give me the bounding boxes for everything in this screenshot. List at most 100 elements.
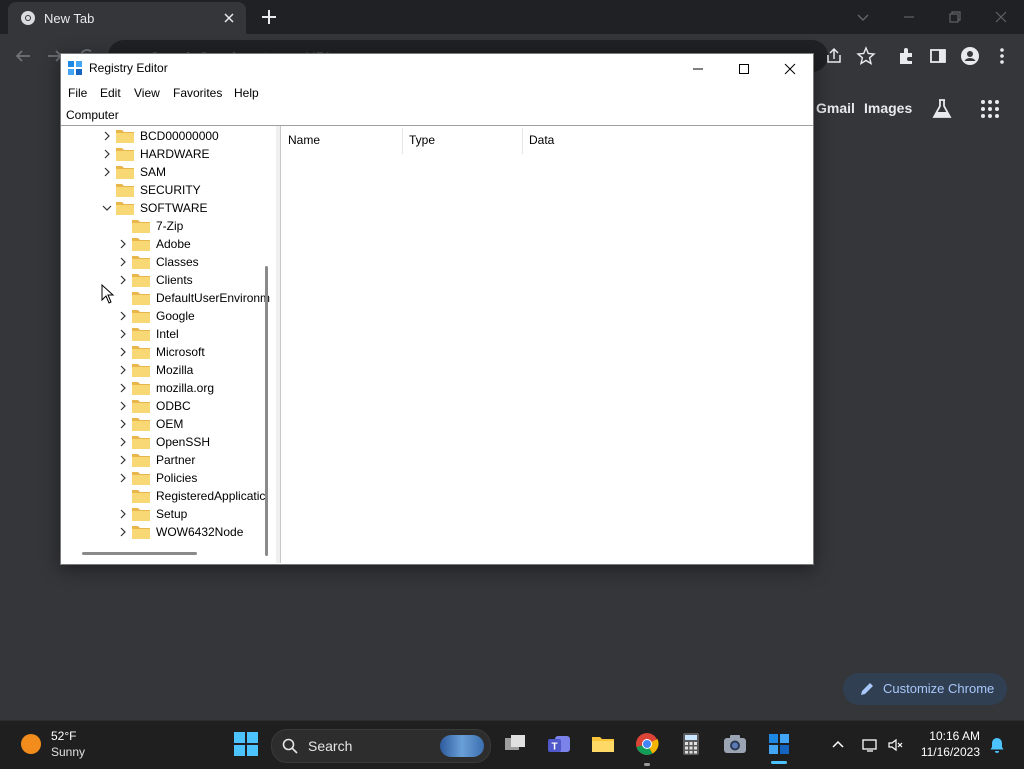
chevron-right-icon[interactable] xyxy=(118,311,128,321)
tree-node[interactable]: Google xyxy=(118,307,276,325)
chrome-menu-icon[interactable] xyxy=(991,45,1013,67)
back-arrow-icon[interactable] xyxy=(12,45,34,67)
menu-help[interactable]: Help xyxy=(233,86,260,100)
gmail-link[interactable]: Gmail xyxy=(816,100,855,116)
tree-node[interactable]: Classes xyxy=(118,253,276,271)
tree-node[interactable]: Microsoft xyxy=(118,343,276,361)
profile-avatar-icon[interactable] xyxy=(959,45,981,67)
tab-search-chevron-icon[interactable] xyxy=(852,6,874,28)
tree-node-label: Microsoft xyxy=(156,345,205,359)
chevron-right-icon[interactable] xyxy=(118,527,128,537)
chevron-right-icon[interactable] xyxy=(118,239,128,249)
calculator-icon[interactable] xyxy=(678,731,704,757)
tree-node[interactable]: Partner xyxy=(118,451,276,469)
tree-node[interactable]: mozilla.org xyxy=(118,379,276,397)
chevron-down-icon[interactable] xyxy=(102,203,112,213)
chevron-right-icon[interactable] xyxy=(118,455,128,465)
regedit-address-bar[interactable]: Computer xyxy=(61,105,813,126)
chevron-right-icon[interactable] xyxy=(118,329,128,339)
tree-node[interactable]: HARDWARE xyxy=(102,145,276,163)
menu-edit[interactable]: Edit xyxy=(99,86,122,100)
chevron-right-icon[interactable] xyxy=(102,131,112,141)
clock-date[interactable]: 11/16/2023 xyxy=(921,745,980,759)
registry-values-list[interactable]: Name Type Data xyxy=(281,126,812,563)
weather-temperature[interactable]: 52°F xyxy=(51,729,76,743)
column-header-type[interactable]: Type xyxy=(402,126,522,152)
chevron-right-icon[interactable] xyxy=(118,401,128,411)
new-tab-plus-icon[interactable] xyxy=(258,6,280,28)
tree-node[interactable]: SOFTWARE xyxy=(102,199,276,217)
bookmark-star-icon[interactable] xyxy=(855,45,877,67)
restore-icon[interactable] xyxy=(944,6,966,28)
column-header-data[interactable]: Data xyxy=(522,126,802,152)
tree-node[interactable]: Mozilla xyxy=(118,361,276,379)
chevron-right-icon[interactable] xyxy=(118,383,128,393)
chevron-right-icon[interactable] xyxy=(118,473,128,483)
tree-node[interactable]: OEM xyxy=(118,415,276,433)
regedit-maximize-button[interactable] xyxy=(721,54,767,84)
notification-bell-icon[interactable] xyxy=(988,736,1006,754)
tree-node[interactable]: RegisteredApplicatic xyxy=(118,487,276,505)
tree-node[interactable]: DefaultUserEnvironm xyxy=(118,289,276,307)
tree-node[interactable]: 7-Zip xyxy=(118,217,276,235)
tree-horizontal-scrollbar[interactable] xyxy=(82,552,197,555)
close-window-icon[interactable] xyxy=(990,6,1012,28)
chevron-right-icon[interactable] xyxy=(102,167,112,177)
google-apps-grid-icon[interactable] xyxy=(980,99,1000,119)
weather-sun-icon[interactable] xyxy=(21,734,41,754)
tree-node[interactable]: OpenSSH xyxy=(118,433,276,451)
registry-editor-taskbar-icon[interactable] xyxy=(766,731,792,757)
tree-vertical-scrollbar[interactable] xyxy=(265,266,268,556)
display-icon[interactable] xyxy=(862,737,878,753)
close-tab-icon[interactable] xyxy=(220,9,238,27)
minimize-icon[interactable] xyxy=(898,6,920,28)
labs-flask-icon[interactable] xyxy=(930,97,954,121)
regedit-close-button[interactable] xyxy=(767,54,813,84)
extensions-puzzle-icon[interactable] xyxy=(895,45,917,67)
tree-node[interactable]: Setup xyxy=(118,505,276,523)
side-panel-icon[interactable] xyxy=(927,45,949,67)
tree-node[interactable]: SAM xyxy=(102,163,276,181)
folder-icon xyxy=(132,256,150,269)
weather-condition[interactable]: Sunny xyxy=(51,745,85,759)
camera-icon[interactable] xyxy=(722,731,748,757)
tree-node[interactable]: WOW6432Node xyxy=(118,523,276,541)
menu-favorites[interactable]: Favorites xyxy=(172,86,223,100)
taskbar-search-box[interactable]: Search xyxy=(271,729,491,763)
volume-muted-icon[interactable] xyxy=(887,737,903,753)
menu-view[interactable]: View xyxy=(133,86,161,100)
tree-node[interactable]: SECURITY xyxy=(102,181,276,199)
tree-node[interactable]: ODBC xyxy=(118,397,276,415)
regedit-minimize-button[interactable] xyxy=(675,54,721,84)
file-explorer-icon[interactable] xyxy=(590,731,616,757)
chevron-right-icon[interactable] xyxy=(118,365,128,375)
column-header-name[interactable]: Name xyxy=(281,126,401,152)
chevron-right-icon[interactable] xyxy=(118,275,128,285)
windows-start-icon[interactable] xyxy=(233,731,259,757)
show-hidden-icons-chevron-icon[interactable] xyxy=(830,737,846,753)
chevron-right-icon[interactable] xyxy=(118,419,128,429)
images-link[interactable]: Images xyxy=(864,100,912,116)
chrome-icon[interactable] xyxy=(634,731,660,757)
customize-chrome-button[interactable]: Customize Chrome xyxy=(843,673,1007,705)
chevron-right-icon[interactable] xyxy=(118,257,128,267)
teams-icon[interactable]: T xyxy=(546,731,572,757)
tree-node[interactable]: Clients xyxy=(118,271,276,289)
mouse-pointer-icon xyxy=(101,284,115,304)
tab-new-tab[interactable]: New Tab xyxy=(8,2,246,34)
tree-node[interactable]: Adobe xyxy=(118,235,276,253)
clock-time[interactable]: 10:16 AM xyxy=(929,729,980,743)
task-view-icon[interactable] xyxy=(502,731,528,757)
chevron-right-icon[interactable] xyxy=(102,149,112,159)
share-icon[interactable] xyxy=(823,45,845,67)
folder-icon xyxy=(132,472,150,485)
chevron-right-icon[interactable] xyxy=(118,437,128,447)
tree-node[interactable]: Policies xyxy=(118,469,276,487)
tree-node[interactable]: Intel xyxy=(118,325,276,343)
registry-key-tree[interactable]: WOW6432Node Setup RegisteredApplicatic Poli… xyxy=(62,126,277,563)
chevron-right-icon[interactable] xyxy=(118,347,128,357)
tree-node[interactable]: BCD00000000 xyxy=(102,127,276,145)
chevron-right-icon[interactable] xyxy=(118,509,128,519)
menu-file[interactable]: File xyxy=(67,86,88,100)
regedit-title-bar[interactable]: Registry Editor xyxy=(61,54,813,84)
